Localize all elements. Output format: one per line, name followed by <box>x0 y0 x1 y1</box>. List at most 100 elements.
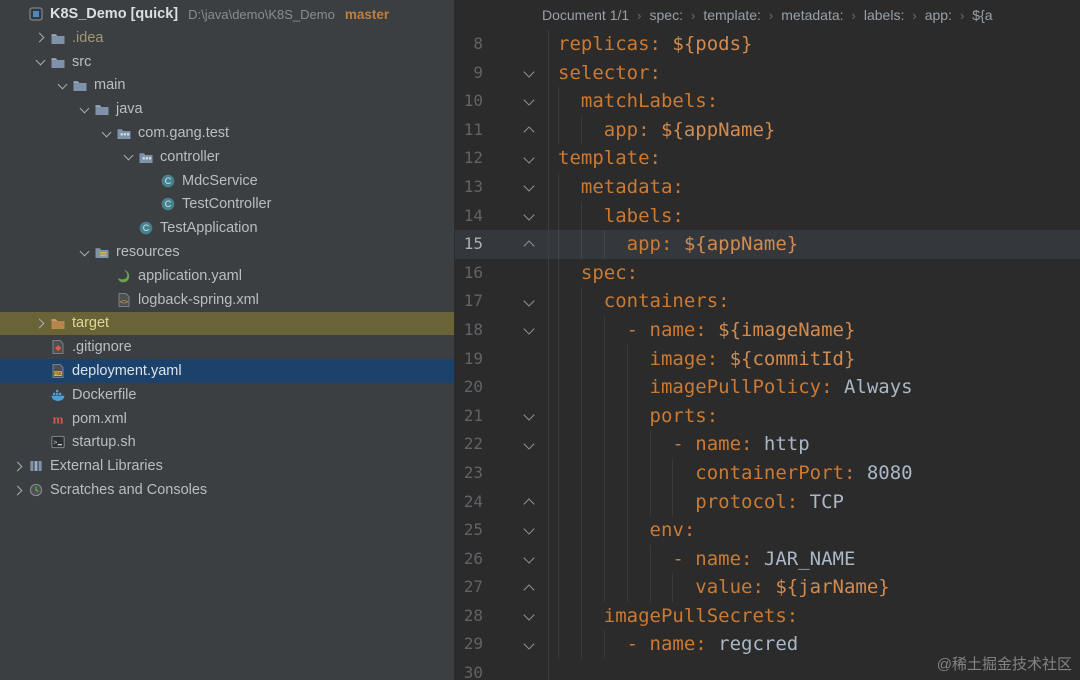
code-text[interactable]: replicas: ${pods} <box>549 30 1080 59</box>
code-text[interactable]: spec: <box>549 258 1080 288</box>
fold-collapse-icon[interactable] <box>523 552 535 564</box>
tree-item-java[interactable]: java <box>0 97 454 121</box>
code-line-21[interactable]: 21 ports: <box>455 401 1080 431</box>
code-line-16[interactable]: 16 spec: <box>455 258 1080 288</box>
code-line-10[interactable]: 10 matchLabels: <box>455 87 1080 116</box>
tree-item-mdcservice[interactable]: C MdcService <box>0 169 454 193</box>
code-line-28[interactable]: 28 imagePullSecrets: <box>455 601 1080 631</box>
chevron-right-icon[interactable] <box>8 485 28 495</box>
code-text[interactable]: - name: http <box>549 430 1080 459</box>
code-line-24[interactable]: 24 protocol: TCP <box>455 487 1080 517</box>
breadcrumb-item[interactable]: app: <box>925 7 952 23</box>
code-text[interactable]: selector: <box>549 59 1080 88</box>
chevron-right-icon[interactable] <box>8 461 28 472</box>
code-text[interactable]: app: ${appName} <box>549 115 1080 145</box>
chevron-down-icon[interactable] <box>74 103 94 114</box>
fold-collapse-icon[interactable] <box>523 294 535 307</box>
tree-item-com-gang-test[interactable]: com.gang.test <box>0 121 454 145</box>
code-line-18[interactable]: 18 - name: ${imageName} <box>455 315 1080 345</box>
tree-item-idea[interactable]: .idea <box>0 26 454 50</box>
code-line-8[interactable]: 8 replicas: ${pods} <box>455 30 1080 59</box>
code-line-27[interactable]: 27 value: ${jarName} <box>455 573 1080 602</box>
breadcrumb-item[interactable]: metadata: <box>781 7 843 23</box>
fold-collapse-icon[interactable] <box>523 609 535 621</box>
code-line-25[interactable]: 25 env: <box>455 516 1080 545</box>
fold-collapse-icon[interactable] <box>523 94 535 107</box>
code-line-20[interactable]: 20 imagePullPolicy: Always <box>455 373 1080 402</box>
breadcrumb-item[interactable]: ${a <box>972 7 992 23</box>
breadcrumb-item[interactable]: labels: <box>864 7 904 23</box>
chevron-down-icon[interactable] <box>96 127 116 138</box>
tree-item-application-yaml[interactable]: application.yaml <box>0 264 454 288</box>
code-text[interactable]: - name: ${imageName} <box>549 315 1080 345</box>
code-line-26[interactable]: 26 - name: JAR_NAME <box>455 544 1080 574</box>
breadcrumb-item[interactable]: Document 1/1 <box>542 7 629 23</box>
code-text[interactable]: metadata: <box>549 172 1080 202</box>
code-text[interactable]: app: ${appName} <box>549 230 1080 259</box>
code-text[interactable]: labels: <box>549 201 1080 231</box>
tree-item-pom-xml[interactable]: m pom.xml <box>0 407 454 431</box>
fold-collapse-icon[interactable] <box>523 66 535 78</box>
breadcrumb-item[interactable]: template: <box>703 7 761 23</box>
tree-item-controller[interactable]: controller <box>0 145 454 169</box>
code-text[interactable]: imagePullSecrets: <box>549 601 1080 631</box>
tree-item-dockerfile[interactable]: Dockerfile <box>0 383 454 407</box>
code-text[interactable]: containerPort: 8080 <box>549 458 1080 488</box>
fold-end-icon[interactable] <box>523 240 535 253</box>
code-text[interactable]: ports: <box>549 401 1080 431</box>
fold-collapse-icon[interactable] <box>523 409 535 421</box>
code-area[interactable]: 8 replicas: ${pods} 9 selector: 10 matchLabe… <box>455 30 1080 680</box>
tree-item-external-libraries[interactable]: External Libraries <box>0 454 454 478</box>
fold-collapse-icon[interactable] <box>523 209 535 221</box>
code-text[interactable]: imagePullPolicy: Always <box>549 373 1080 402</box>
code-line-14[interactable]: 14 labels: <box>455 201 1080 231</box>
tree-item-testcontroller[interactable]: C TestController <box>0 193 454 217</box>
code-text[interactable]: template: <box>549 144 1080 173</box>
fold-collapse-icon[interactable] <box>523 523 535 536</box>
fold-end-icon[interactable] <box>523 583 535 596</box>
tree-item-gitignore[interactable]: .gitignore <box>0 335 454 359</box>
code-text[interactable]: matchLabels: <box>549 87 1080 116</box>
code-line-9[interactable]: 9 selector: <box>455 58 1080 88</box>
chevron-right-icon[interactable] <box>30 32 50 43</box>
breadcrumb-item[interactable]: spec: <box>650 7 683 23</box>
code-line-17[interactable]: 17 containers: <box>455 287 1080 316</box>
code-text[interactable]: image: ${commitId} <box>549 344 1080 374</box>
fold-collapse-icon[interactable] <box>523 180 535 192</box>
chevron-down-icon[interactable] <box>30 55 50 66</box>
tree-item-target[interactable]: target <box>0 311 454 336</box>
chevron-down-icon[interactable] <box>52 79 72 90</box>
tree-item-startup-sh[interactable]: > startup.sh <box>0 431 454 455</box>
chevron-right-icon[interactable] <box>30 318 50 329</box>
fold-collapse-icon[interactable] <box>523 323 535 335</box>
code-text[interactable]: env: <box>549 516 1080 545</box>
code-line-19[interactable]: 19 image: ${commitId} <box>455 344 1080 374</box>
code-text[interactable]: protocol: TCP <box>549 487 1080 517</box>
code-text[interactable]: - name: JAR_NAME <box>549 544 1080 574</box>
svg-text:m: m <box>53 411 64 426</box>
project-root-item[interactable]: K8S_Demo [quick] D:\java\demo\K8S_Demo m… <box>0 2 454 26</box>
code-line-23[interactable]: 23 containerPort: 8080 <box>455 458 1080 488</box>
tree-item-src[interactable]: src <box>0 50 454 74</box>
code-line-12[interactable]: 12 template: <box>455 144 1080 173</box>
code-line-11[interactable]: 11 app: ${appName} <box>455 115 1080 145</box>
fold-collapse-icon[interactable] <box>523 152 535 164</box>
code-text[interactable]: value: ${jarName} <box>549 573 1080 602</box>
code-line-13[interactable]: 13 metadata: <box>455 172 1080 202</box>
fold-end-icon[interactable] <box>523 498 535 510</box>
tree-item-logback-spring-xml[interactable]: <> logback-spring.xml <box>0 288 454 312</box>
code-text[interactable]: containers: <box>549 287 1080 316</box>
code-line-15[interactable]: 15 app: ${appName} <box>455 230 1080 259</box>
tree-item-scratches-and-consoles[interactable]: Scratches and Consoles <box>0 478 454 502</box>
chevron-down-icon[interactable] <box>118 150 138 161</box>
tree-item-resources[interactable]: resources <box>0 240 454 264</box>
tree-item-main[interactable]: main <box>0 74 454 98</box>
chevron-down-icon[interactable] <box>74 246 94 257</box>
code-line-22[interactable]: 22 - name: http <box>455 430 1080 459</box>
tree-item-testapplication[interactable]: C TestApplication <box>0 216 454 240</box>
fold-collapse-icon[interactable] <box>523 437 535 450</box>
tree-item-deployment-yaml[interactable]: YML deployment.yaml <box>0 359 454 383</box>
fold-end-icon[interactable] <box>523 126 535 138</box>
yaml-key: containers: <box>603 290 730 313</box>
fold-collapse-icon[interactable] <box>523 638 535 650</box>
